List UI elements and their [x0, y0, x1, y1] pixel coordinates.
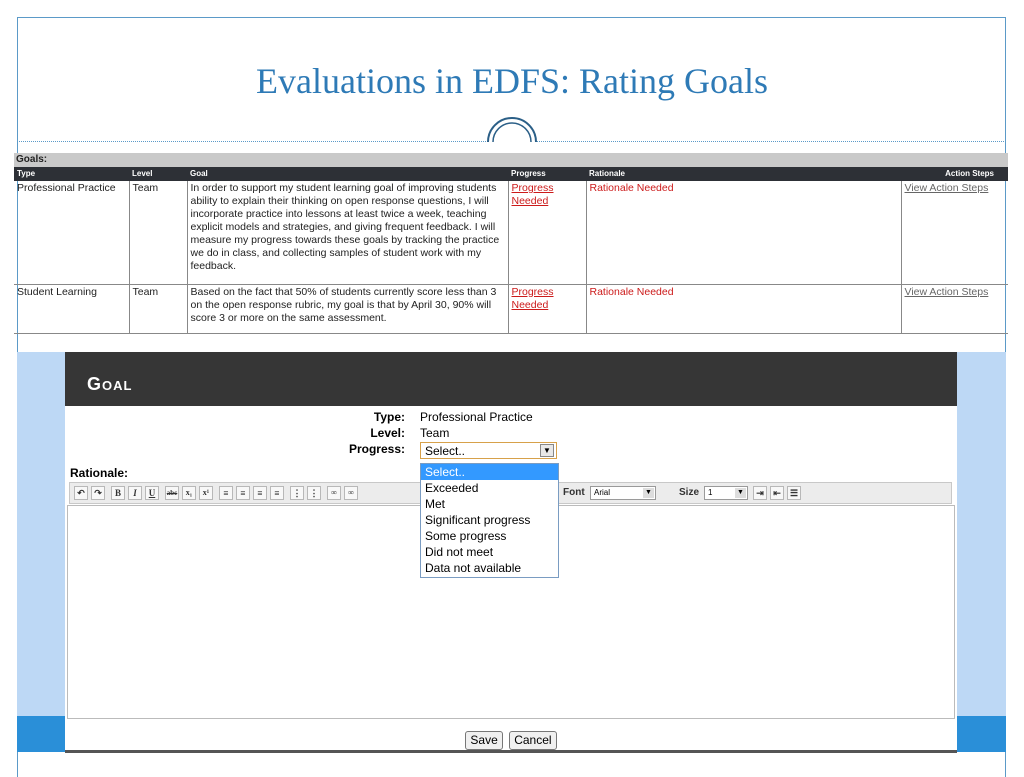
progress-option[interactable]: Met [421, 496, 558, 512]
align-center-icon[interactable]: ≡ [236, 486, 250, 500]
action-steps-cell[interactable]: View Action Steps [901, 284, 1008, 334]
subscript-icon[interactable]: x₁ [182, 486, 196, 500]
rationale-needed-text: Rationale Needed [589, 285, 674, 298]
form-buttons: Save Cancel [65, 731, 957, 750]
action-steps-cell[interactable]: View Action Steps [901, 181, 1008, 285]
undo-icon[interactable]: ↶ [74, 486, 88, 500]
superscript-icon[interactable]: x¹ [199, 486, 213, 500]
progress-option[interactable]: Data not available [421, 560, 558, 576]
view-action-steps-link[interactable]: View Action Steps [905, 286, 989, 298]
type-label: Type: [373, 410, 405, 424]
size-label: Size [679, 487, 700, 498]
progress-option[interactable]: Exceeded [421, 480, 558, 496]
outdent-icon[interactable]: ⇤ [770, 486, 784, 500]
right-accent-bar [957, 352, 1006, 716]
col-header-type: Type [14, 167, 129, 181]
font-select-value: Arial [594, 488, 611, 497]
progress-select[interactable]: Select.. ▼ [420, 442, 557, 459]
goal-type: Student Learning [14, 284, 130, 334]
unordered-list-icon[interactable]: ⋮ [307, 486, 321, 500]
progress-option[interactable]: Select.. [421, 464, 558, 480]
progress-option[interactable]: Some progress [421, 528, 558, 544]
size-select[interactable]: 1 ▼ [704, 486, 748, 500]
strikethrough-icon[interactable]: abc [165, 486, 179, 500]
left-accent-bar-bottom [17, 716, 65, 752]
goals-section-label: Goals: [14, 153, 1008, 167]
bold-icon[interactable]: B [111, 486, 125, 500]
progress-needed-link[interactable]: Progress Needed [508, 284, 587, 334]
redo-icon[interactable]: ↷ [91, 486, 105, 500]
progress-needed-text[interactable]: Progress Needed [512, 182, 554, 207]
align-justify-icon[interactable]: ≡ [270, 486, 284, 500]
left-accent-bar [17, 352, 65, 716]
goal-panel-title: Goal [87, 374, 133, 394]
goal-level: Team [129, 284, 188, 334]
unlink-icon[interactable]: ∞ [344, 486, 358, 500]
goal-text: In order to support my student learning … [187, 181, 509, 285]
progress-label: Progress: [348, 442, 405, 456]
rationale-needed-text: Rationale Needed [589, 182, 674, 194]
goal-text: Based on the fact that 50% of students c… [187, 284, 509, 334]
size-select-value: 1 [708, 488, 713, 497]
horizontal-rule-icon[interactable]: ☰ [787, 486, 801, 500]
goals-section: Goals: Type Level Goal Progress Rational… [14, 153, 1008, 334]
save-button[interactable]: Save [465, 731, 503, 750]
level-value: Team [420, 426, 450, 440]
table-row: Student Learning Team Based on the fact … [14, 284, 1008, 334]
progress-dropdown-list: Select.. Exceeded Met Significant progre… [420, 463, 559, 578]
goals-table: Type Level Goal Progress Rationale Actio… [14, 167, 1008, 334]
col-header-level: Level [129, 167, 187, 181]
ordered-list-icon[interactable]: ⋮ [290, 486, 304, 500]
indent-icon[interactable]: ⇥ [753, 486, 767, 500]
slide-title: Evaluations in EDFS: Rating Goals [256, 61, 768, 101]
goal-panel-header: Goal [65, 352, 957, 406]
goal-edit-panel: Goal Type: Professional Practice Level: … [65, 352, 957, 752]
goal-type: Professional Practice [14, 181, 130, 285]
chevron-down-icon[interactable]: ▼ [735, 488, 746, 498]
col-header-progress: Progress [508, 167, 586, 181]
font-label: Font [563, 487, 585, 498]
rationale-cell: Rationale Needed [586, 284, 902, 334]
align-left-icon[interactable]: ≡ [219, 486, 233, 500]
rationale-cell: Rationale Needed [586, 181, 902, 285]
progress-needed-link[interactable]: Progress Needed [508, 181, 587, 285]
level-label: Level: [370, 426, 405, 440]
col-header-goal: Goal [187, 167, 508, 181]
type-value: Professional Practice [420, 410, 533, 424]
goal-level: Team [129, 181, 188, 285]
font-select[interactable]: Arial ▼ [590, 486, 656, 500]
progress-needed-text[interactable]: Progress Needed [512, 286, 554, 311]
col-header-action-steps: Action Steps [901, 167, 1008, 181]
progress-option[interactable]: Did not meet [421, 544, 558, 560]
chevron-down-icon[interactable]: ▼ [643, 488, 654, 498]
align-right-icon[interactable]: ≡ [253, 486, 267, 500]
link-icon[interactable]: ∞ [327, 486, 341, 500]
progress-select-value: Select.. [425, 444, 466, 458]
table-row: Professional Practice Team In order to s… [14, 181, 1008, 285]
underline-icon[interactable]: U [145, 486, 159, 500]
panel-bottom-border [65, 750, 957, 753]
right-accent-bar-bottom [957, 716, 1006, 752]
chevron-down-icon[interactable]: ▼ [540, 444, 554, 457]
title-arc-ornament [487, 117, 537, 143]
progress-option[interactable]: Significant progress [421, 512, 558, 528]
rationale-label: Rationale: [70, 466, 129, 480]
col-header-rationale: Rationale [586, 167, 901, 181]
cancel-button[interactable]: Cancel [509, 731, 557, 750]
italic-icon[interactable]: I [128, 486, 142, 500]
view-action-steps-link[interactable]: View Action Steps [905, 182, 989, 194]
goals-table-header: Type Level Goal Progress Rationale Actio… [14, 167, 1008, 181]
